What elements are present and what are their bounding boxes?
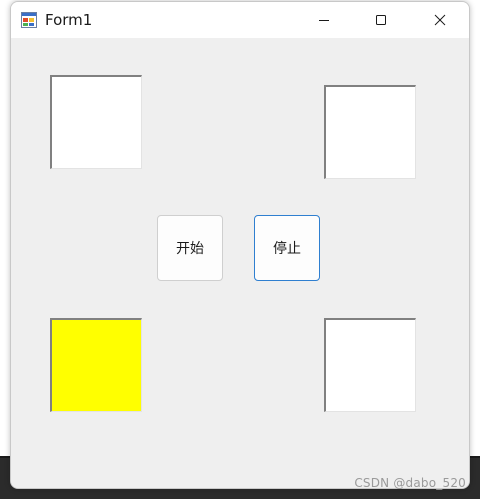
close-button[interactable] bbox=[417, 2, 463, 38]
minimize-button[interactable] bbox=[301, 2, 347, 38]
minimize-icon bbox=[318, 11, 330, 30]
stop-button-label: 停止 bbox=[273, 241, 301, 257]
winforms-app-icon bbox=[21, 12, 37, 28]
watermark: CSDN @dabo_520 bbox=[354, 476, 466, 490]
form-window: Form1 开始 停止 bbox=[10, 1, 470, 489]
title-bar[interactable]: Form1 bbox=[11, 2, 469, 38]
panel-bottom-left bbox=[50, 318, 142, 412]
maximize-button[interactable] bbox=[358, 2, 404, 38]
panel-top-left bbox=[50, 75, 142, 169]
panel-bottom-right bbox=[324, 318, 416, 412]
maximize-icon bbox=[375, 11, 387, 30]
panel-top-right bbox=[324, 85, 416, 179]
form-client-area: 开始 停止 bbox=[11, 38, 469, 488]
close-icon bbox=[434, 11, 446, 30]
stop-button[interactable]: 停止 bbox=[254, 215, 320, 281]
start-button[interactable]: 开始 bbox=[157, 215, 223, 281]
start-button-label: 开始 bbox=[176, 241, 204, 257]
window-title: Form1 bbox=[45, 11, 93, 29]
